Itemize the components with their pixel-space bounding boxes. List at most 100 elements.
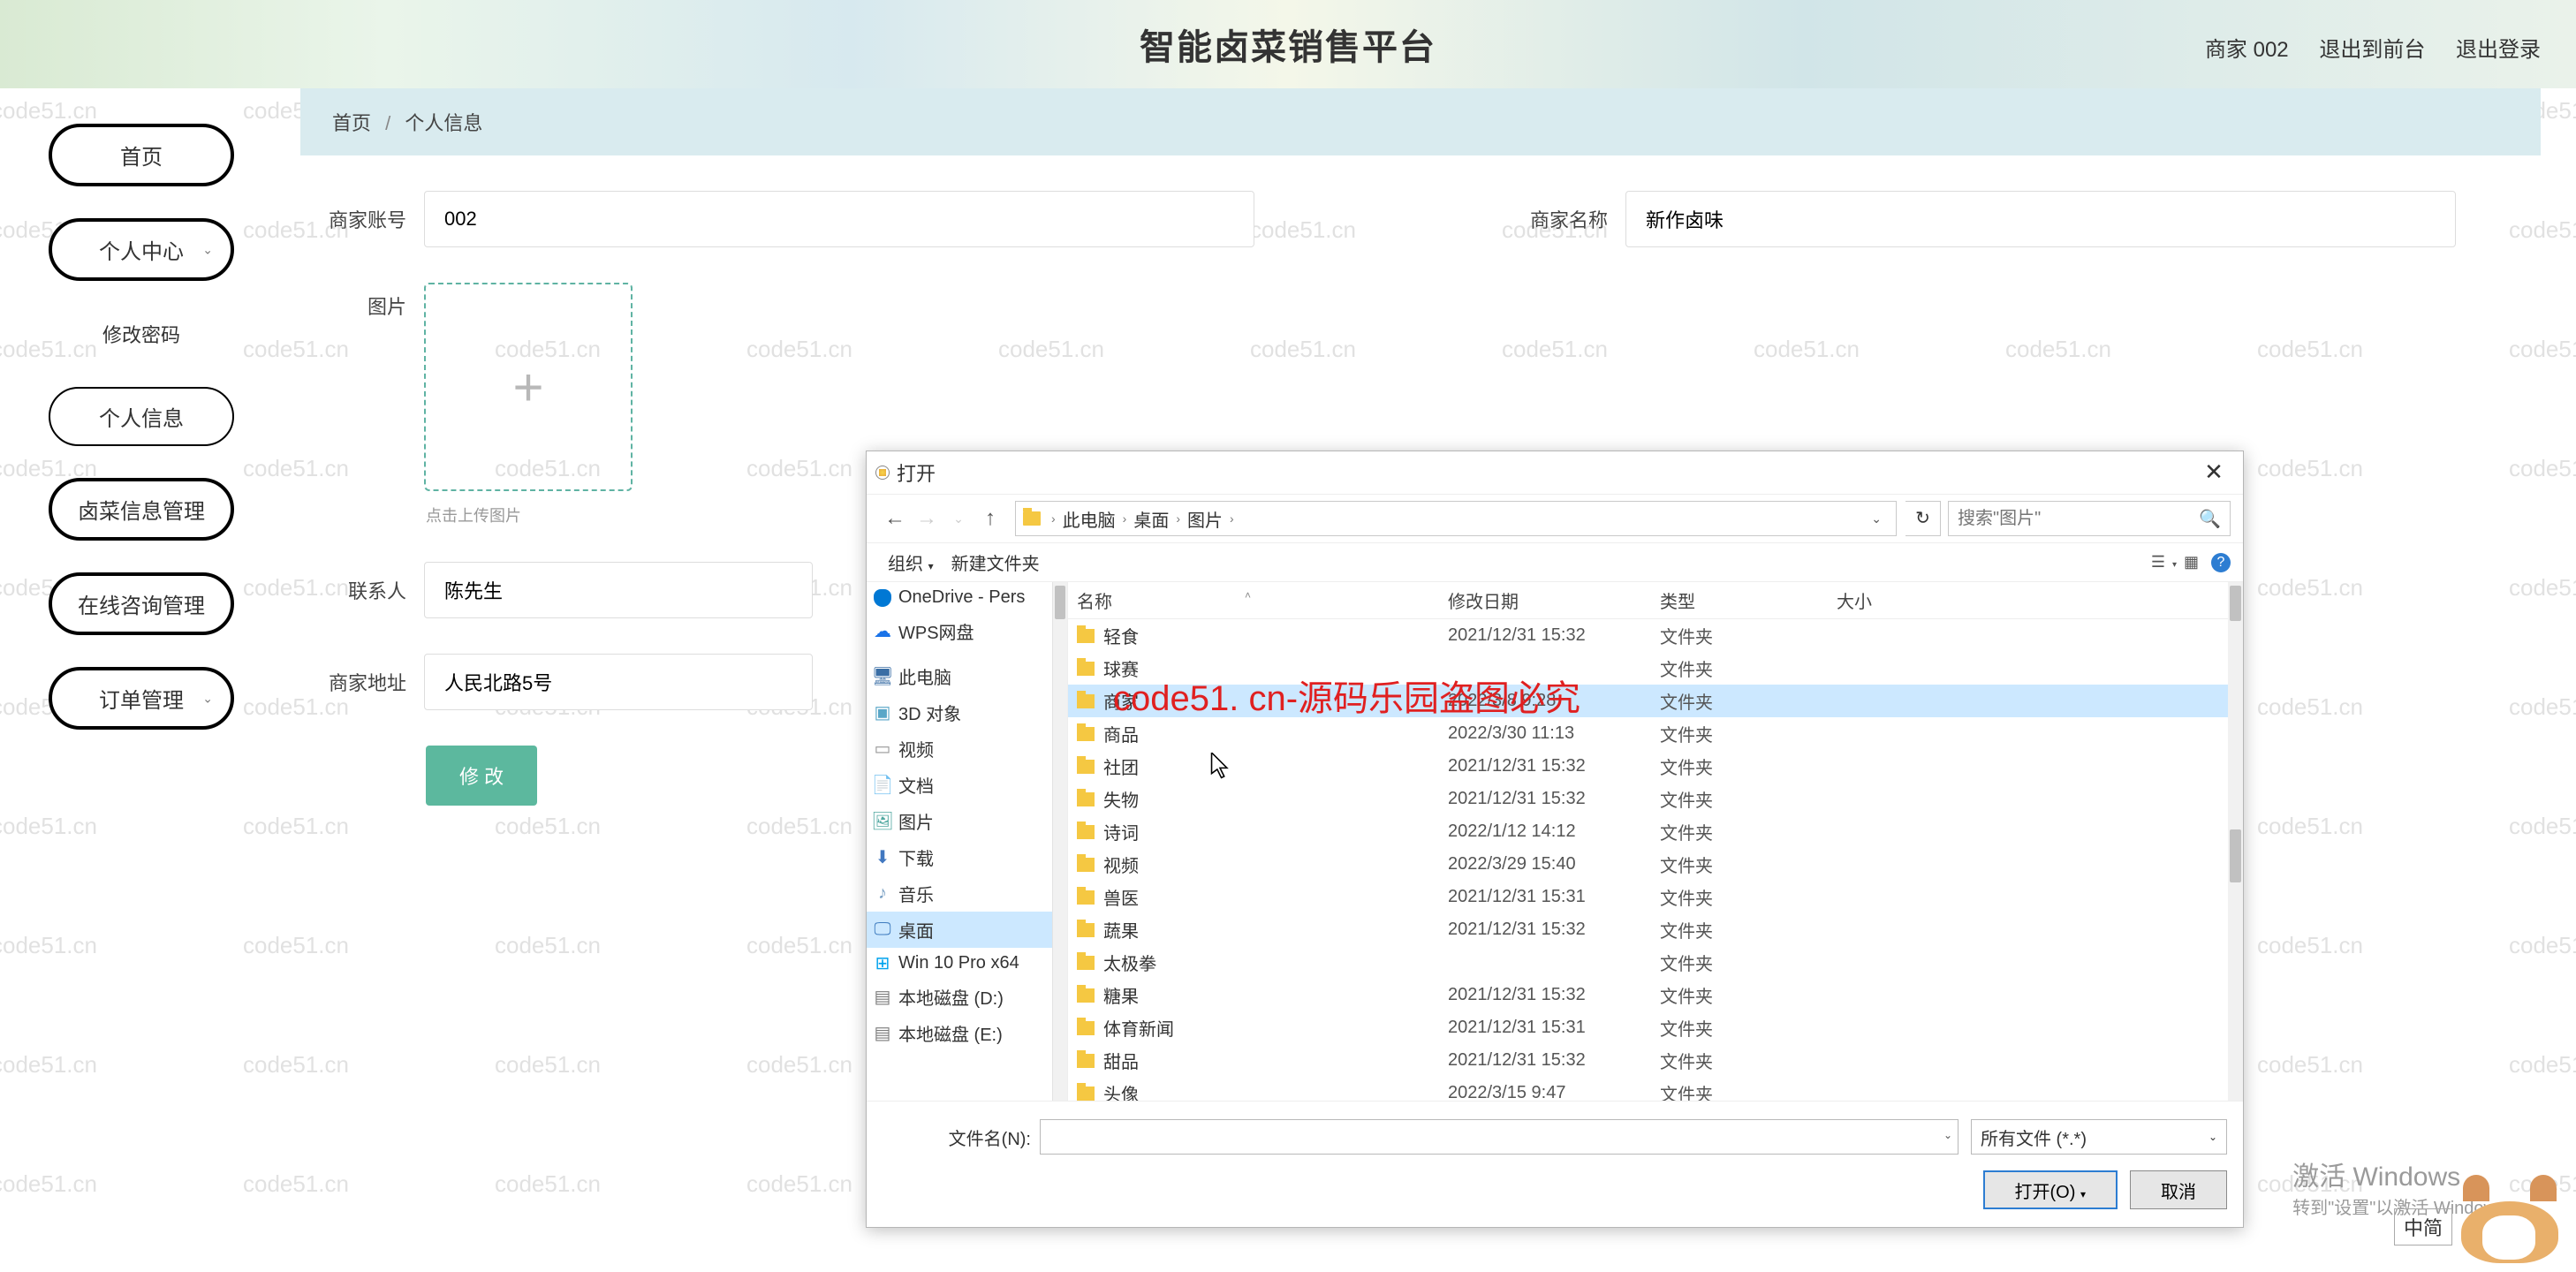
- nav-back-icon[interactable]: ←: [879, 503, 911, 534]
- input-address[interactable]: [424, 654, 813, 710]
- music-icon: ♪: [874, 885, 891, 903]
- file-row[interactable]: 社团2021/12/31 15:32文件夹: [1068, 750, 2243, 783]
- dialog-nav: ← → ⌄ ↑ › 此电脑 › 桌面 › 图片 › ⌄ ↻ 🔍: [867, 494, 2243, 543]
- list-scrollbar[interactable]: [2228, 582, 2243, 1101]
- tree-win10[interactable]: ⊞Win 10 Pro x64: [867, 948, 1067, 979]
- nav-personal-center[interactable]: 个人中心⌄: [49, 218, 234, 281]
- view-icons[interactable]: ☰▾▦: [2148, 552, 2202, 572]
- refresh-icon[interactable]: ↻: [1905, 501, 1941, 536]
- file-row[interactable]: 商品2022/3/30 11:13文件夹: [1068, 717, 2243, 750]
- open-button[interactable]: 打开(O) ▾: [1983, 1170, 2118, 1209]
- label-contact: 联系人: [300, 576, 406, 604]
- file-row[interactable]: 甜品2021/12/31 15:32文件夹: [1068, 1044, 2243, 1077]
- folder-icon: [1077, 792, 1095, 806]
- file-type-select[interactable]: 所有文件 (*.*)⌄: [1971, 1119, 2227, 1155]
- folder-icon: [1077, 890, 1095, 905]
- tree-videos[interactable]: ▭视频: [867, 731, 1067, 767]
- input-shop-name[interactable]: [1625, 191, 2456, 247]
- sort-asc-icon: ˄: [1245, 589, 1251, 602]
- help-icon[interactable]: ?: [2211, 553, 2231, 572]
- folder-icon: [1077, 956, 1095, 970]
- tree-drive-d[interactable]: ▤本地磁盘 (D:): [867, 979, 1067, 1015]
- folder-icon: [1077, 662, 1095, 676]
- chevron-down-icon: ▾: [928, 560, 934, 572]
- file-row[interactable]: 诗词2022/1/12 14:12文件夹: [1068, 815, 2243, 848]
- file-row[interactable]: 视频2022/3/29 15:40文件夹: [1068, 848, 2243, 881]
- header-user[interactable]: 商家 002: [2205, 38, 2289, 62]
- nav-change-password[interactable]: 修改密码: [102, 313, 180, 355]
- search-icon[interactable]: 🔍: [2199, 508, 2221, 530]
- tree-documents[interactable]: 📄文档: [867, 767, 1067, 803]
- file-row[interactable]: 头像2022/3/15 9:47文件夹: [1068, 1077, 2243, 1101]
- nav-personal-info[interactable]: 个人信息: [49, 387, 234, 446]
- file-list-header[interactable]: 名称˄ 修改日期 类型 大小: [1068, 582, 2243, 619]
- path-seg-pc[interactable]: 此电脑: [1059, 506, 1119, 532]
- video-icon: ▭: [874, 740, 891, 758]
- nav-dish-mgmt[interactable]: 卤菜信息管理: [49, 478, 234, 541]
- file-row[interactable]: 球赛文件夹: [1068, 652, 2243, 685]
- cube-icon: ▣: [874, 704, 891, 722]
- nav-recent-icon[interactable]: ⌄: [943, 503, 974, 534]
- tree-desktop[interactable]: 🖵桌面: [867, 912, 1067, 948]
- file-row[interactable]: 体育新闻2021/12/31 15:31文件夹: [1068, 1011, 2243, 1044]
- close-icon[interactable]: ✕: [2193, 455, 2234, 490]
- nav-forward-icon[interactable]: →: [911, 503, 943, 534]
- file-row[interactable]: 糖果2021/12/31 15:32文件夹: [1068, 979, 2243, 1011]
- file-row[interactable]: 蔬果2021/12/31 15:32文件夹: [1068, 913, 2243, 946]
- windows-icon: ⊞: [874, 955, 891, 973]
- app-title: 智能卤菜销售平台: [1140, 19, 1436, 70]
- submit-button[interactable]: 修 改: [426, 746, 537, 806]
- nav-tree: OneDrive - Pers ☁WPS网盘 🖥此电脑 ▣3D 对象 ▭视频 📄…: [867, 582, 1068, 1101]
- tree-music[interactable]: ♪音乐: [867, 875, 1067, 912]
- path-seg-pictures[interactable]: 图片: [1184, 506, 1226, 532]
- link-logout[interactable]: 退出登录: [2456, 38, 2541, 62]
- address-bar[interactable]: › 此电脑 › 桌面 › 图片 › ⌄: [1015, 501, 1897, 536]
- search-box[interactable]: 🔍: [1948, 501, 2231, 536]
- breadcrumb-current: 个人信息: [405, 112, 482, 134]
- toolbar-new-folder[interactable]: 新建文件夹: [943, 544, 1049, 580]
- tree-wps[interactable]: ☁WPS网盘: [867, 613, 1067, 649]
- tree-scrollbar[interactable]: [1052, 582, 1067, 1101]
- label-account: 商家账号: [300, 205, 406, 233]
- dialog-titlebar[interactable]: 打开 ✕: [867, 451, 2243, 494]
- tree-downloads[interactable]: ⬇下载: [867, 839, 1067, 875]
- chevron-down-icon[interactable]: ⌄: [1943, 1129, 1952, 1141]
- search-input[interactable]: [1958, 509, 2199, 529]
- ime-badge[interactable]: 中简: [2394, 1208, 2452, 1246]
- desktop-pet[interactable]: [2452, 1175, 2567, 1263]
- upload-box[interactable]: +: [424, 283, 633, 491]
- tree-pictures[interactable]: 🖼图片: [867, 803, 1067, 839]
- nav-up-icon[interactable]: ↑: [974, 503, 1006, 534]
- cloud-icon: [874, 589, 891, 607]
- address-dropdown-icon[interactable]: ⌄: [1864, 511, 1889, 526]
- tree-onedrive[interactable]: OneDrive - Pers: [867, 582, 1067, 613]
- folder-icon: [1023, 511, 1041, 526]
- file-row[interactable]: 兽医2021/12/31 15:31文件夹: [1068, 881, 2243, 913]
- input-account[interactable]: [424, 191, 1254, 247]
- file-row[interactable]: 失物2021/12/31 15:32文件夹: [1068, 783, 2243, 815]
- link-logout-front[interactable]: 退出到前台: [2319, 38, 2425, 62]
- nav-home[interactable]: 首页: [49, 124, 234, 186]
- app-header: 智能卤菜销售平台 商家 002 退出到前台 退出登录: [0, 0, 2576, 88]
- nav-order-mgmt[interactable]: 订单管理⌄: [49, 667, 234, 730]
- breadcrumb: 首页 / 个人信息: [300, 88, 2541, 155]
- chevron-down-icon: ⌄: [2209, 1131, 2217, 1143]
- cancel-button[interactable]: 取消: [2130, 1170, 2227, 1209]
- tree-drive-e[interactable]: ▤本地磁盘 (E:): [867, 1015, 1067, 1051]
- file-row[interactable]: 轻食2021/12/31 15:32文件夹: [1068, 619, 2243, 652]
- folder-icon: [1077, 694, 1095, 708]
- file-row[interactable]: 商家2022/3/8 9:28文件夹: [1068, 685, 2243, 717]
- tree-pc[interactable]: 🖥此电脑: [867, 658, 1067, 694]
- header-right: 商家 002 退出到前台 退出登录: [2180, 32, 2541, 63]
- toolbar-organize[interactable]: 组织 ▾: [879, 544, 943, 580]
- breadcrumb-home[interactable]: 首页: [332, 112, 371, 134]
- folder-icon: [1077, 629, 1095, 643]
- file-row[interactable]: 太极拳文件夹: [1068, 946, 2243, 979]
- input-contact[interactable]: [424, 562, 813, 618]
- filename-input[interactable]: ⌄: [1040, 1119, 1959, 1155]
- tree-3d-objects[interactable]: ▣3D 对象: [867, 694, 1067, 731]
- download-icon: ⬇: [874, 849, 891, 867]
- nav-consult-mgmt[interactable]: 在线咨询管理: [49, 572, 234, 635]
- folder-icon: [1077, 988, 1095, 1003]
- path-seg-desktop[interactable]: 桌面: [1130, 506, 1172, 532]
